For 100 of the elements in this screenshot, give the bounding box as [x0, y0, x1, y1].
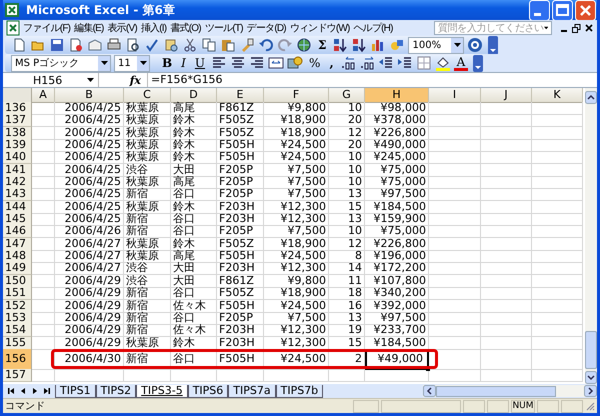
column-header[interactable]: B	[55, 88, 124, 103]
row-header[interactable]: 140	[3, 151, 32, 164]
row-header[interactable]: 137	[3, 114, 32, 128]
previous-sheet-icon[interactable]	[19, 387, 27, 395]
row-header[interactable]: 136	[3, 102, 32, 115]
menu-item[interactable]: ウィンドウ(W)	[288, 21, 352, 35]
font-field[interactable]: MS Pゴシック	[11, 54, 111, 72]
menu-item[interactable]: 編集(E)	[72, 21, 106, 35]
row-header[interactable]: 155	[3, 336, 32, 350]
decrease-indent-icon[interactable]	[378, 55, 394, 71]
row-header[interactable]: 153	[3, 312, 32, 325]
scroll-thumb[interactable]	[436, 386, 556, 396]
row-header[interactable]: 154	[3, 324, 32, 338]
dropdown-arrow-icon[interactable]	[100, 61, 108, 65]
sheet-tab[interactable]: TIPS2	[96, 384, 136, 398]
row-header[interactable]: 149	[3, 262, 32, 276]
column-header[interactable]: H	[365, 88, 429, 103]
cut-icon[interactable]	[182, 37, 198, 53]
column-header[interactable]: C	[124, 88, 171, 103]
menu-item[interactable]: 挿入(I)	[138, 21, 168, 35]
menu-item[interactable]: 表示(V)	[106, 21, 139, 35]
percent-button[interactable]: %	[306, 56, 324, 70]
scroll-down-icon[interactable]	[585, 371, 597, 384]
maximize-icon[interactable]	[552, 0, 573, 20]
horizontal-scrollbar[interactable]	[423, 385, 597, 397]
row-header[interactable]: 141	[3, 164, 32, 177]
save-icon[interactable]	[49, 37, 65, 53]
column-header[interactable]: K	[532, 88, 583, 103]
row-header[interactable]: 150	[3, 274, 32, 288]
permission-icon[interactable]	[68, 37, 84, 53]
research-icon[interactable]	[163, 37, 179, 53]
sheet-tab[interactable]: TIPS7b	[276, 384, 324, 398]
spreadsheet-icon[interactable]	[5, 20, 21, 36]
autosum-button[interactable]: Σ	[315, 38, 330, 52]
sheet-tab[interactable]: TIPS3-5	[136, 384, 188, 398]
column-header[interactable]: E	[217, 88, 264, 103]
row-header[interactable]: 151	[3, 287, 32, 300]
row-header[interactable]: 138	[3, 126, 32, 140]
increase-indent-icon[interactable]	[396, 55, 413, 71]
font-size-field[interactable]: 11	[114, 54, 150, 72]
toolbar-options-icon[interactable]	[473, 54, 484, 72]
zoom-field[interactable]: 100%	[408, 36, 464, 54]
formula-field[interactable]: =F156*G156	[147, 73, 597, 87]
sheet-tab[interactable]: TIPS1	[55, 384, 96, 398]
next-sheet-icon[interactable]	[31, 387, 39, 395]
paste-icon[interactable]	[220, 37, 236, 53]
vertical-scrollbar[interactable]	[585, 88, 597, 384]
sort-descending-icon[interactable]	[351, 37, 368, 53]
menu-item[interactable]: ファイル(F)	[21, 21, 72, 35]
decrease-decimal-icon[interactable]	[358, 55, 375, 71]
spelling-icon[interactable]	[144, 37, 160, 53]
first-sheet-icon[interactable]	[7, 387, 15, 395]
column-header[interactable]: A	[32, 88, 55, 103]
dropdown-arrow-icon[interactable]	[87, 78, 94, 82]
row-header[interactable]: 152	[3, 300, 32, 312]
align-left-icon[interactable]	[211, 55, 228, 71]
underline-button[interactable]: U	[192, 56, 208, 70]
bold-button[interactable]: B	[159, 56, 176, 70]
menu-item[interactable]: 書式(O)	[168, 21, 203, 35]
row-header[interactable]: 148	[3, 250, 32, 264]
row-header[interactable]: 139	[3, 139, 32, 152]
dropdown-arrow-icon[interactable]	[454, 43, 461, 47]
copy-icon[interactable]	[201, 37, 217, 53]
scroll-thumb[interactable]	[585, 331, 597, 369]
toolbar-options-icon[interactable]	[488, 36, 498, 54]
column-header[interactable]: I	[429, 88, 481, 103]
column-header[interactable]: F	[264, 88, 329, 103]
insert-function-button[interactable]: fx	[99, 74, 147, 86]
comma-button[interactable]: ,	[326, 56, 337, 70]
globe-icon[interactable]	[296, 37, 312, 53]
last-sheet-icon[interactable]	[43, 387, 51, 395]
row-header[interactable]: 142	[3, 176, 32, 190]
merge-center-icon[interactable]	[268, 55, 284, 71]
row-header[interactable]: 157	[3, 368, 32, 382]
column-header[interactable]: J	[481, 88, 532, 103]
print-preview-icon[interactable]	[125, 37, 141, 53]
sort-ascending-icon[interactable]	[332, 37, 348, 53]
row-header[interactable]: 143	[3, 188, 32, 202]
fill-color-icon[interactable]	[434, 55, 451, 71]
menu-item[interactable]: データ(D)	[244, 21, 288, 35]
close-icon[interactable]	[585, 24, 593, 32]
currency-icon[interactable]	[287, 55, 304, 71]
increase-decimal-icon[interactable]	[340, 55, 356, 71]
scroll-up-icon[interactable]	[585, 91, 597, 104]
help-icon[interactable]	[467, 37, 484, 53]
scroll-left-icon[interactable]	[423, 385, 436, 397]
menu-item[interactable]: ツール(T)	[202, 21, 245, 35]
row-header[interactable]: 146	[3, 225, 32, 238]
dropdown-arrow-icon[interactable]	[140, 61, 146, 65]
row-header[interactable]: 145	[3, 213, 32, 226]
align-center-icon[interactable]	[230, 55, 246, 71]
menu-item[interactable]: ヘルプ(H)	[352, 21, 395, 35]
resize-grip-icon[interactable]	[585, 401, 595, 411]
drawing-icon[interactable]	[389, 37, 406, 53]
row-header[interactable]: 147	[3, 238, 32, 251]
undo-icon[interactable]	[258, 37, 274, 53]
row-header[interactable]: 144	[3, 200, 32, 214]
column-header[interactable]: G	[329, 88, 365, 103]
row-header[interactable]: 156	[3, 348, 32, 370]
scroll-right-icon[interactable]	[584, 385, 597, 397]
